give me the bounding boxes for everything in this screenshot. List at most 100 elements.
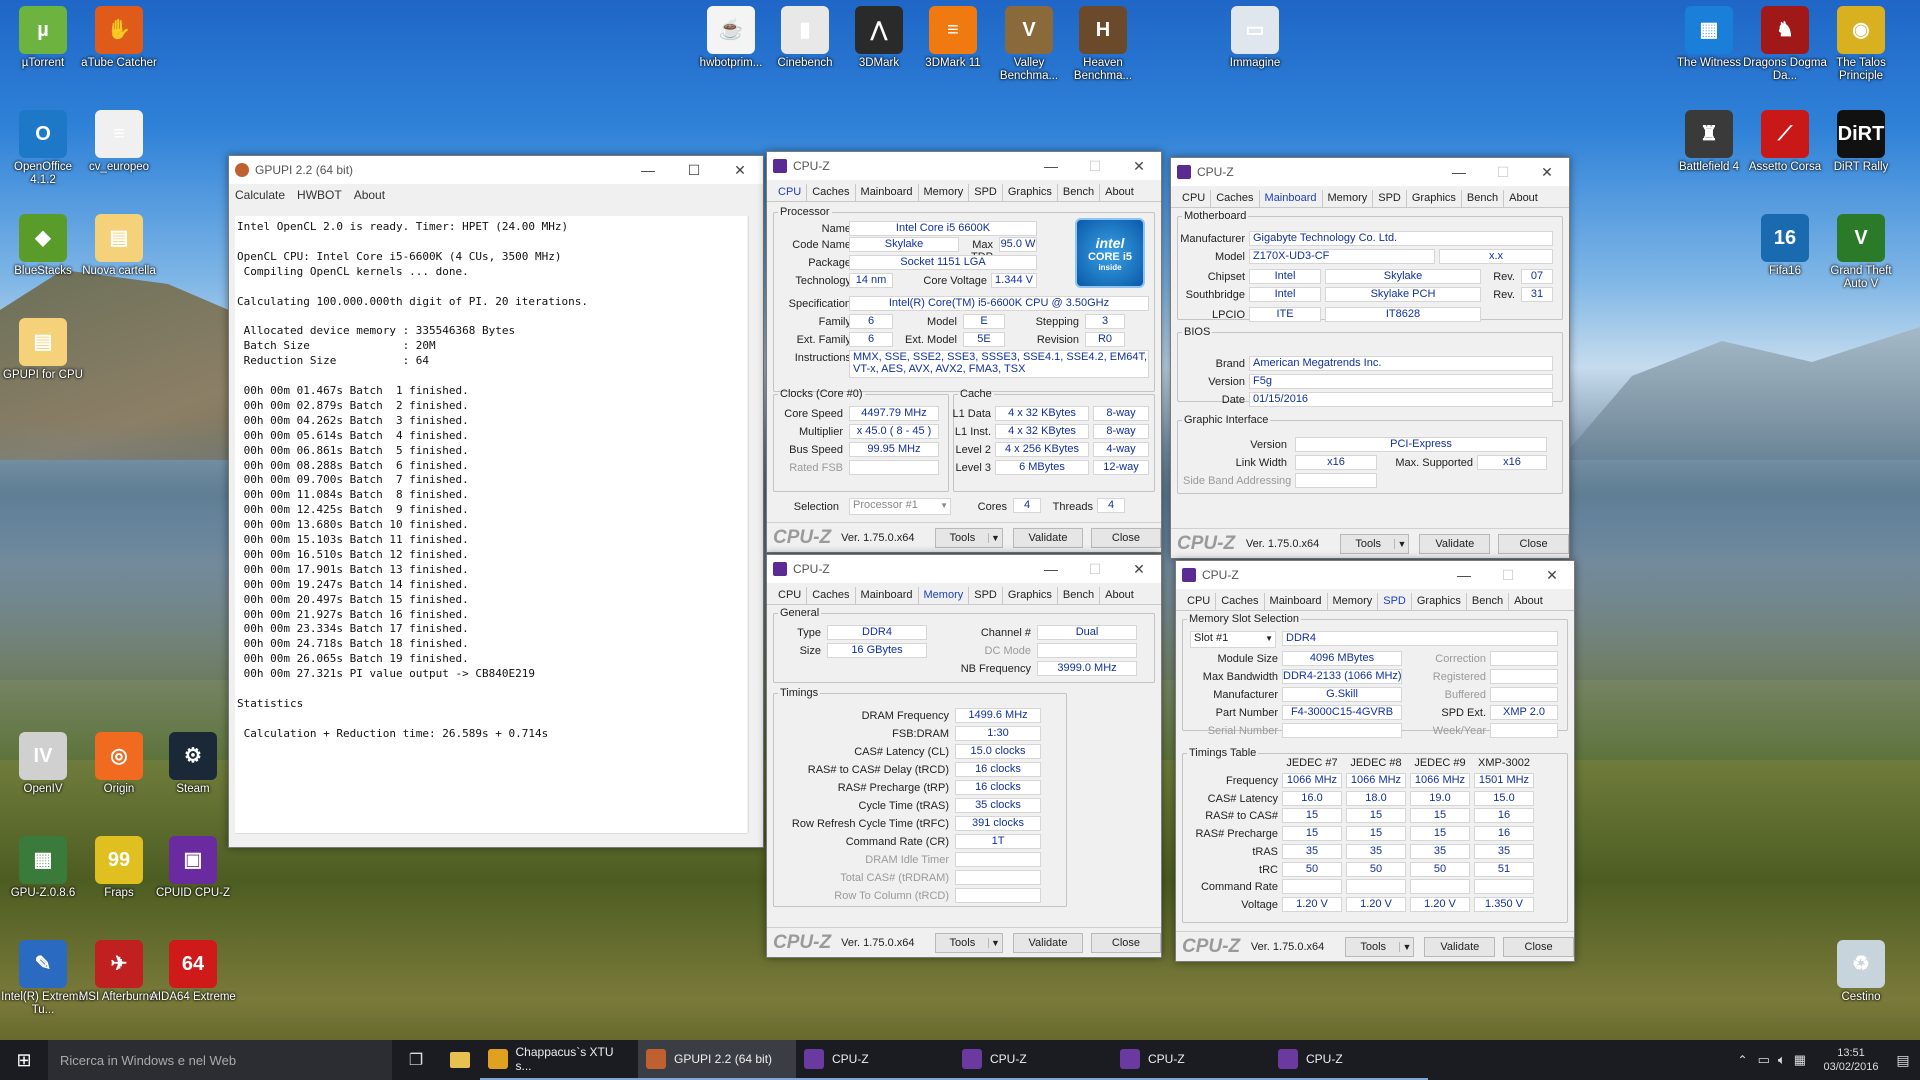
- menu-hwbot[interactable]: HWBOT: [297, 188, 342, 202]
- close-icon[interactable]: ✕: [1117, 561, 1161, 578]
- task-view-icon[interactable]: ❐: [392, 1050, 440, 1070]
- tools-button[interactable]: Tools ▼: [1345, 936, 1415, 957]
- desktop-icon[interactable]: ▦ GPU-Z.0.8.6: [0, 836, 86, 900]
- desktop-icon[interactable]: DiRT DiRT Rally: [1818, 110, 1904, 174]
- desktop-icon[interactable]: V Grand Theft Auto V: [1818, 214, 1904, 291]
- minimize-icon[interactable]: —: [625, 162, 671, 178]
- tab-memory[interactable]: Memory: [1326, 593, 1378, 610]
- tab-graphics[interactable]: Graphics: [1405, 190, 1461, 207]
- close-icon[interactable]: ✕: [1525, 164, 1569, 181]
- tab-cpu[interactable]: CPU: [1182, 593, 1215, 610]
- taskbar-app-button[interactable]: CPU-Z: [954, 1040, 1112, 1080]
- desktop-icon[interactable]: H Heaven Benchma...: [1060, 6, 1146, 83]
- slot-select[interactable]: Slot #1 ▼: [1190, 631, 1276, 648]
- tab-bench[interactable]: Bench: [1465, 593, 1508, 610]
- tab-caches[interactable]: Caches: [806, 587, 854, 604]
- desktop-icon[interactable]: ✎ Intel(R) Extreme Tu...: [0, 940, 86, 1017]
- desktop-icon[interactable]: ▣ CPUID CPU-Z: [150, 836, 236, 900]
- tab-caches[interactable]: Caches: [1210, 190, 1258, 207]
- minimize-icon[interactable]: —: [1442, 567, 1486, 583]
- desktop-icon[interactable]: ◆ BlueStacks: [0, 214, 86, 278]
- desktop-icon[interactable]: ≡ cv_europeo: [76, 110, 162, 174]
- network-icon[interactable]: ▭: [1758, 1052, 1770, 1068]
- menu-about[interactable]: About: [354, 188, 385, 202]
- tab-graphics[interactable]: Graphics: [1001, 184, 1057, 201]
- desktop-icon[interactable]: ⟋ Assetto Corsa: [1742, 110, 1828, 174]
- start-button[interactable]: ⊞: [0, 1040, 48, 1080]
- taskbar-app-button[interactable]: CPU-Z: [796, 1040, 954, 1080]
- close-icon[interactable]: ✕: [1117, 158, 1161, 175]
- tab-spd[interactable]: SPD: [968, 184, 1002, 201]
- desktop-icon[interactable]: ♞ Dragons Dogma Da...: [1742, 6, 1828, 83]
- tab-bench[interactable]: Bench: [1460, 190, 1503, 207]
- taskbar-app-button[interactable]: GPUPI 2.2 (64 bit): [638, 1040, 796, 1080]
- tab-caches[interactable]: Caches: [1215, 593, 1263, 610]
- tab-about[interactable]: About: [1508, 593, 1548, 610]
- tab-graphics[interactable]: Graphics: [1410, 593, 1466, 610]
- tab-cpu[interactable]: CPU: [773, 184, 806, 201]
- tray-chevron-icon[interactable]: ⌃: [1738, 1053, 1748, 1067]
- desktop-icon[interactable]: 64 AIDA64 Extreme: [150, 940, 236, 1004]
- file-explorer-icon[interactable]: [440, 1040, 480, 1080]
- taskbar-app-button[interactable]: CPU-Z: [1112, 1040, 1270, 1080]
- close-icon[interactable]: ✕: [717, 162, 763, 179]
- desktop-icon[interactable]: ♜ Battlefield 4: [1666, 110, 1752, 174]
- desktop-icon[interactable]: ♻ Cestino: [1818, 940, 1904, 1004]
- keyboard-icon[interactable]: ▦: [1794, 1052, 1806, 1068]
- validate-button[interactable]: Validate: [1424, 936, 1496, 957]
- tab-mainboard[interactable]: Mainboard: [854, 184, 918, 201]
- tab-memory[interactable]: Memory: [917, 184, 969, 201]
- minimize-icon[interactable]: —: [1437, 164, 1481, 180]
- tools-button[interactable]: Tools ▼: [1340, 533, 1410, 554]
- close-icon[interactable]: ✕: [1530, 567, 1574, 584]
- tab-mainboard[interactable]: Mainboard: [854, 587, 918, 604]
- maximize-icon[interactable]: ☐: [1481, 164, 1525, 181]
- tab-about[interactable]: About: [1099, 587, 1139, 604]
- vertical-scrollbar[interactable]: [748, 216, 763, 833]
- desktop-icon[interactable]: ≡ 3DMark 11: [910, 6, 996, 70]
- clock[interactable]: 13:51 03/02/2016: [1816, 1046, 1886, 1074]
- tab-bench[interactable]: Bench: [1056, 587, 1099, 604]
- desktop-icon[interactable]: ▤ Nuova cartella: [76, 214, 162, 278]
- tab-spd[interactable]: SPD: [968, 587, 1002, 604]
- tab-spd[interactable]: SPD: [1372, 190, 1406, 207]
- desktop-icon[interactable]: ▦ The Witness: [1666, 6, 1752, 70]
- menu-calculate[interactable]: Calculate: [235, 188, 285, 202]
- tab-mainboard[interactable]: Mainboard: [1263, 593, 1327, 610]
- close-button[interactable]: Close: [1090, 527, 1161, 548]
- desktop-icon[interactable]: ⚙ Steam: [150, 732, 236, 796]
- validate-button[interactable]: Validate: [1012, 932, 1083, 953]
- tools-button[interactable]: Tools ▼: [934, 932, 1003, 953]
- taskbar-app-button[interactable]: Chappacus`s XTU s...: [480, 1040, 638, 1080]
- tab-about[interactable]: About: [1503, 190, 1543, 207]
- tab-graphics[interactable]: Graphics: [1001, 587, 1057, 604]
- tab-about[interactable]: About: [1099, 184, 1139, 201]
- desktop-icon[interactable]: 16 Fifa16: [1742, 214, 1828, 278]
- horizontal-scrollbar[interactable]: [235, 833, 747, 847]
- validate-button[interactable]: Validate: [1012, 527, 1083, 548]
- desktop-icon[interactable]: IV OpenIV: [0, 732, 86, 796]
- close-button[interactable]: Close: [1090, 932, 1161, 953]
- close-button[interactable]: Close: [1498, 533, 1569, 554]
- tab-spd[interactable]: SPD: [1377, 593, 1411, 610]
- desktop-icon[interactable]: ▭ Immagine: [1212, 6, 1298, 70]
- notifications-icon[interactable]: ▤: [1886, 1052, 1920, 1069]
- minimize-icon[interactable]: —: [1029, 158, 1073, 174]
- tab-cpu[interactable]: CPU: [1177, 190, 1210, 207]
- tab-bench[interactable]: Bench: [1056, 184, 1099, 201]
- maximize-icon[interactable]: ☐: [671, 162, 717, 179]
- tab-mainboard[interactable]: Mainboard: [1258, 190, 1322, 207]
- desktop-icon[interactable]: ◉ The Talos Principle: [1818, 6, 1904, 83]
- desktop-icon[interactable]: ✋ aTube Catcher: [76, 6, 162, 70]
- taskbar-app-button[interactable]: CPU-Z: [1270, 1040, 1428, 1080]
- tab-cpu[interactable]: CPU: [773, 587, 806, 604]
- desktop-icon[interactable]: µ µTorrent: [0, 6, 86, 70]
- maximize-icon[interactable]: ☐: [1073, 561, 1117, 578]
- validate-button[interactable]: Validate: [1419, 533, 1491, 554]
- tab-memory[interactable]: Memory: [917, 587, 969, 604]
- tab-caches[interactable]: Caches: [806, 184, 854, 201]
- maximize-icon[interactable]: ☐: [1486, 567, 1530, 584]
- tab-memory[interactable]: Memory: [1321, 190, 1373, 207]
- tools-button[interactable]: Tools ▼: [934, 527, 1003, 548]
- desktop-icon[interactable]: O OpenOffice 4.1.2: [0, 110, 86, 187]
